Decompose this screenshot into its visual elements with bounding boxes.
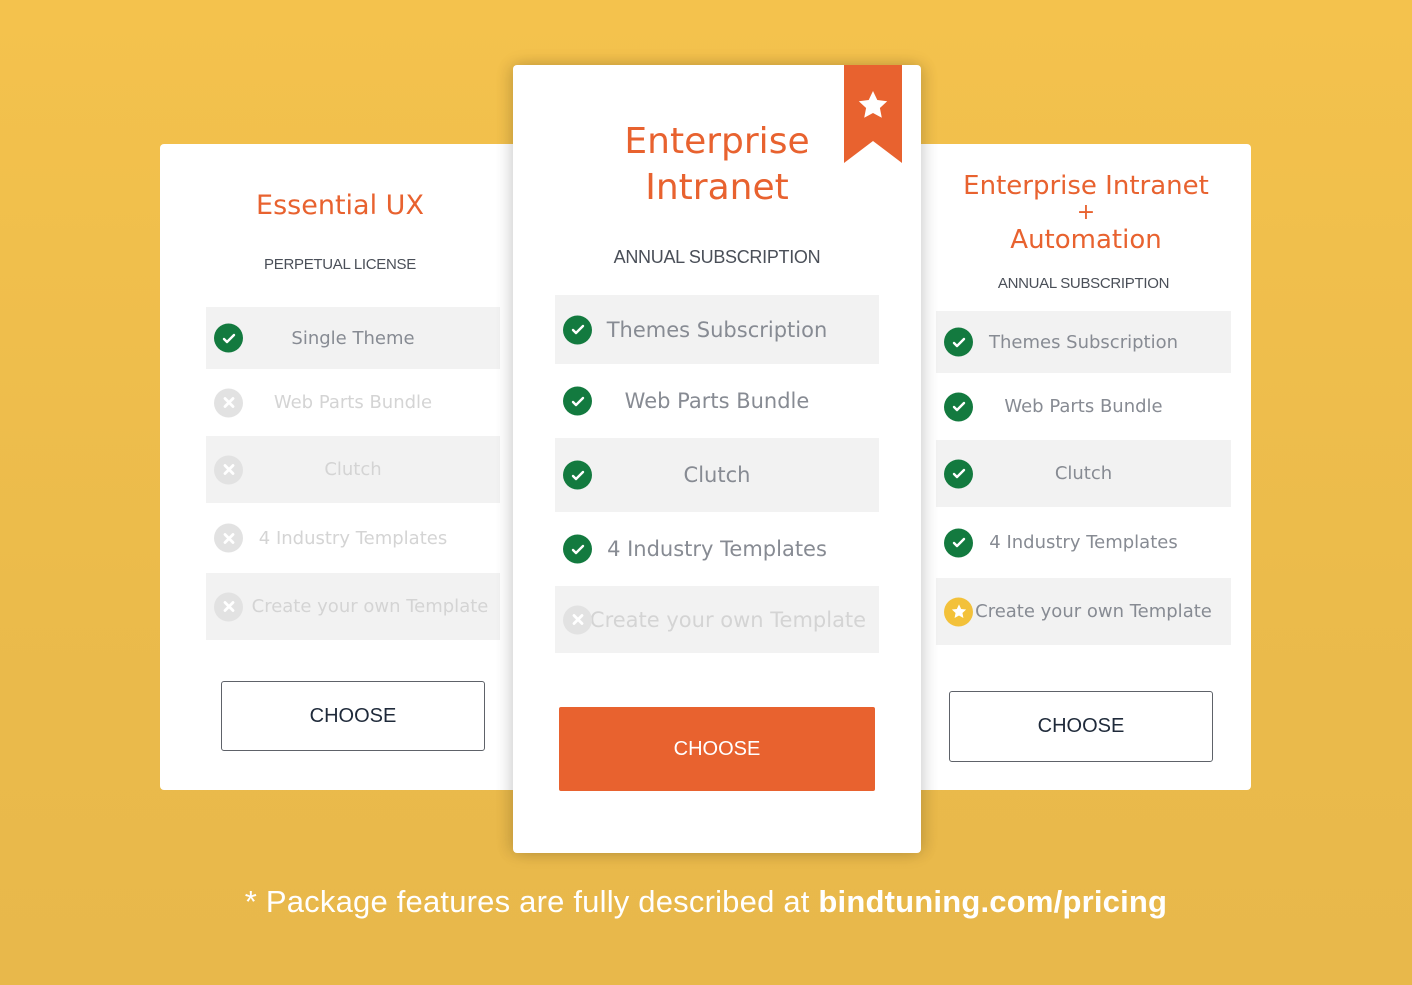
feature-label: Create your own Template xyxy=(589,607,867,632)
feature-label: Clutch xyxy=(324,459,382,480)
feature-list: Themes Subscription Web Parts Bundle Clu… xyxy=(555,295,879,653)
plan-title-line2: Intranet xyxy=(645,167,789,208)
x-circle-icon xyxy=(563,605,592,634)
check-circle-icon xyxy=(944,528,973,557)
plan-license: PERPETUAL LICENSE xyxy=(264,256,416,273)
feature-label: Web Parts Bundle xyxy=(624,389,810,413)
x-circle-icon xyxy=(214,592,243,621)
check-circle-icon xyxy=(563,460,592,490)
x-circle-icon xyxy=(214,455,243,484)
feature-row: Clutch xyxy=(206,436,500,503)
feature-label: Clutch xyxy=(1054,463,1113,484)
feature-row: 4 Industry Templates xyxy=(555,512,879,586)
feature-label: Web Parts Bundle xyxy=(1004,396,1163,417)
feature-row: Create your own Template xyxy=(936,578,1231,645)
check-circle-icon xyxy=(944,392,973,421)
feature-list: Themes Subscription Web Parts Bundle Clu… xyxy=(936,311,1231,645)
feature-row: 4 Industry Templates xyxy=(206,503,500,573)
feature-row: Clutch xyxy=(936,440,1231,507)
feature-row: Web Parts Bundle xyxy=(206,369,500,436)
choose-button[interactable]: CHOOSE xyxy=(221,681,485,751)
feature-row: Single Theme xyxy=(206,307,500,369)
x-circle-icon xyxy=(214,523,243,553)
check-circle-icon xyxy=(563,315,592,344)
feature-label: Themes Subscription xyxy=(988,331,1179,353)
feature-label: 4 Industry Templates xyxy=(258,527,448,549)
pricing-link[interactable]: bindtuning.com/pricing xyxy=(818,884,1167,919)
choose-button-primary[interactable]: CHOOSE xyxy=(559,707,875,791)
feature-row: Web Parts Bundle xyxy=(555,364,879,438)
feature-row: Themes Subscription xyxy=(555,295,879,364)
plan-title-plus: + xyxy=(1076,200,1096,225)
star-circle-icon xyxy=(944,597,973,626)
feature-row: 4 Industry Templates xyxy=(936,507,1231,578)
check-circle-icon xyxy=(214,323,243,353)
footnote: * Package features are fully described a… xyxy=(0,884,1412,920)
feature-label: 4 Industry Templates xyxy=(989,532,1178,553)
feature-row: Create your own Template xyxy=(206,573,500,640)
check-circle-icon xyxy=(563,386,592,416)
plan-title: Enterprise Intranet xyxy=(513,119,921,211)
plan-title-line1: Enterprise Intranet xyxy=(963,171,1209,201)
plan-title: Enterprise Intranet + Automation xyxy=(921,172,1251,254)
plan-title-line2: Automation xyxy=(1010,225,1162,255)
feature-label: Create your own Template xyxy=(251,596,489,617)
plan-card-essential-ux: Essential UX PERPETUAL LICENSE Single Th… xyxy=(160,144,520,790)
plan-title: Essential UX xyxy=(256,190,424,221)
feature-label: Single Theme xyxy=(291,327,415,349)
feature-row: Themes Subscription xyxy=(936,311,1231,373)
feature-label: Web Parts Bundle xyxy=(273,392,433,413)
plan-card-enterprise-intranet-automation: Enterprise Intranet + Automation ANNUAL … xyxy=(914,144,1251,790)
plan-license: ANNUAL SUBSCRIPTION xyxy=(997,275,1170,292)
feature-row: Web Parts Bundle xyxy=(936,373,1231,440)
feature-row: Clutch xyxy=(555,438,879,512)
x-circle-icon xyxy=(214,388,243,417)
feature-label: 4 Industry Templates xyxy=(607,537,827,561)
plan-title-line1: Enterprise xyxy=(624,121,810,162)
feature-label: Clutch xyxy=(683,463,751,487)
check-circle-icon xyxy=(944,327,973,357)
choose-button[interactable]: CHOOSE xyxy=(949,691,1213,762)
footnote-text: * Package features are fully described a… xyxy=(244,884,819,919)
check-circle-icon xyxy=(563,534,592,564)
feature-list: Single Theme Web Parts Bundle Clutch 4 I… xyxy=(206,307,500,640)
feature-row: Create your own Template xyxy=(555,586,879,653)
check-circle-icon xyxy=(944,459,973,488)
feature-label: Themes Subscription xyxy=(606,317,828,342)
plan-card-enterprise-intranet: Enterprise Intranet ANNUAL SUBSCRIPTION … xyxy=(513,65,921,853)
plan-license: ANNUAL SUBSCRIPTION xyxy=(613,247,821,267)
feature-label: Create your own Template xyxy=(975,601,1212,622)
